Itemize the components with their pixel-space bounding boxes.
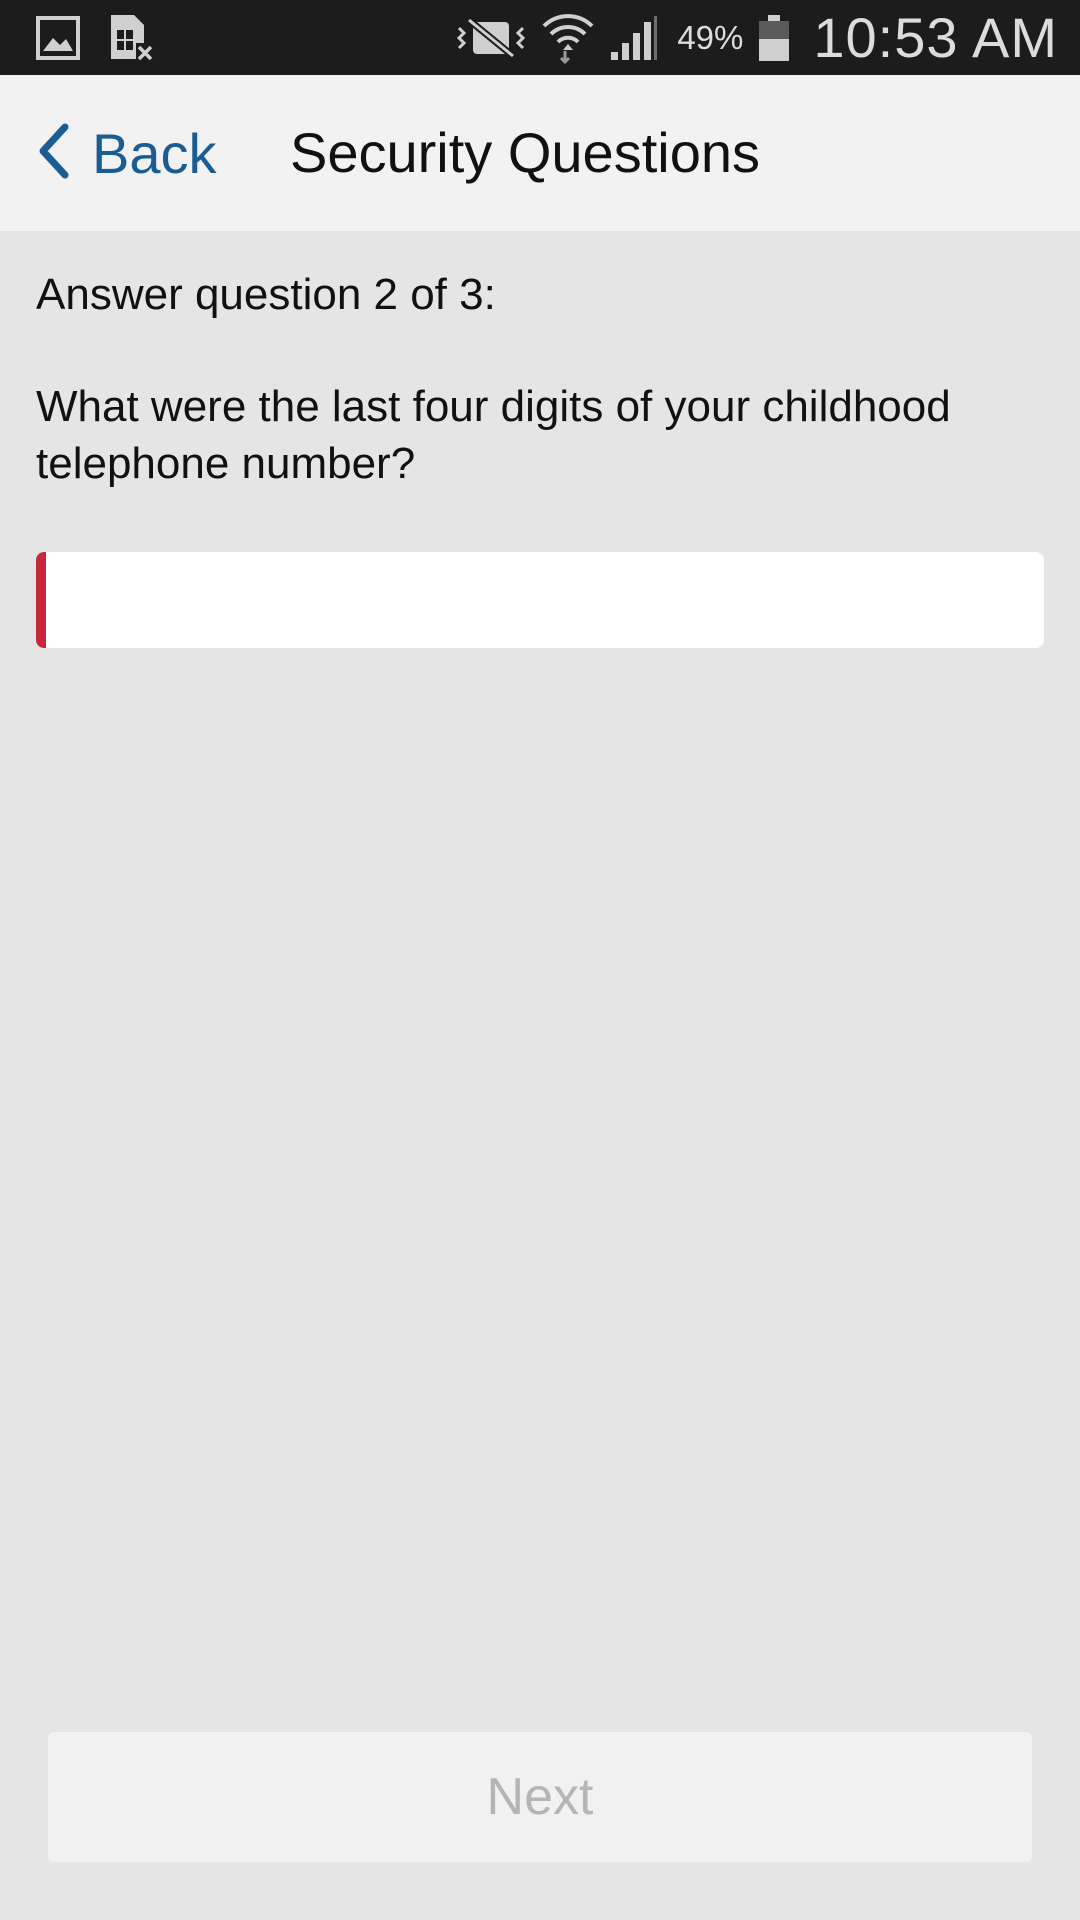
sim-card-error-icon [108,13,154,63]
battery-percent: 49% [677,18,744,56]
question-counter: Answer question 2 of 3: [36,270,496,319]
gallery-icon [36,16,80,60]
wifi-icon [541,10,595,66]
status-bar: 49% 10:53 AM [0,0,1080,75]
back-label: Back [92,121,217,185]
status-bar-left [36,10,154,66]
clock: 10:53 AM [813,6,1058,69]
status-bar-right: 49% 10:53 AM [455,0,1058,75]
battery-icon [757,13,791,63]
page-title: Security Questions [290,121,760,184]
answer-input[interactable] [36,552,1044,648]
next-button[interactable]: Next [48,1732,1032,1862]
cell-signal-icon [609,14,659,62]
back-button[interactable]: Back [36,75,217,231]
app-header: Back Security Questions [0,75,1080,231]
question-text: What were the last four digits of your c… [36,382,951,488]
chevron-left-icon [36,123,70,184]
vibrate-mute-icon [455,14,527,62]
